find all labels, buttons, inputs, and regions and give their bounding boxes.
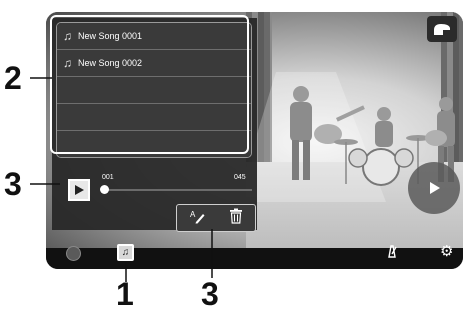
callout-1: 1 bbox=[116, 276, 134, 312]
callout-3-left: 3 bbox=[4, 166, 22, 202]
callout-lines bbox=[30, 15, 249, 282]
callout-3-bottom: 3 bbox=[201, 276, 219, 312]
callout-2: 2 bbox=[4, 60, 22, 96]
